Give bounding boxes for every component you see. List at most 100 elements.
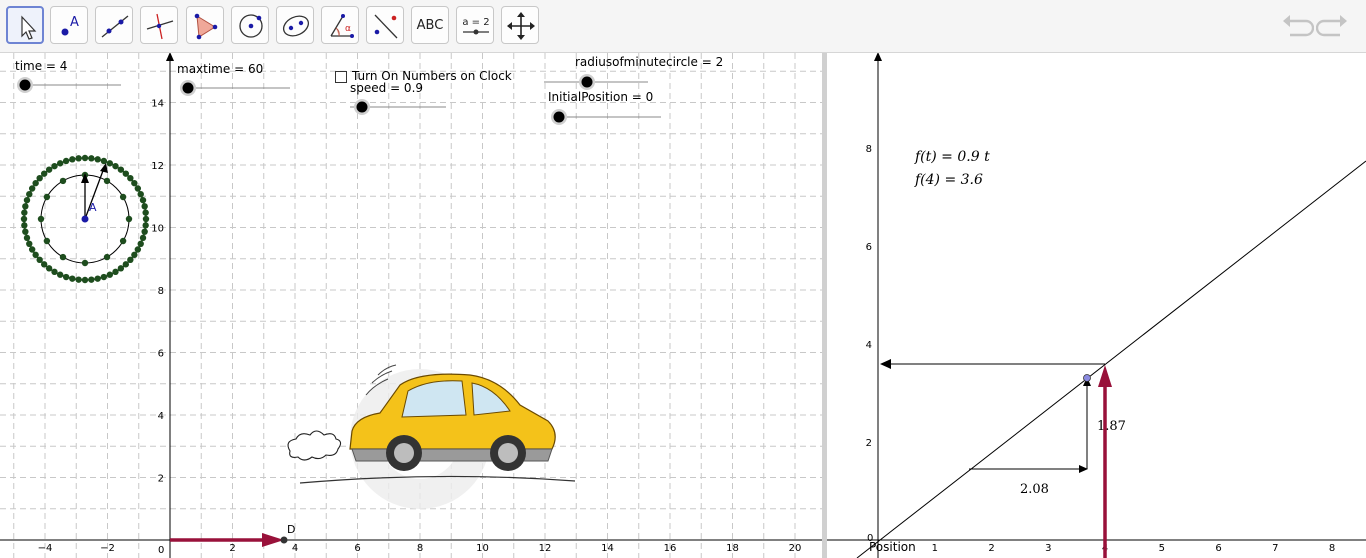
move-tool-button[interactable]: [6, 6, 44, 44]
ellipse-tool-button[interactable]: [276, 6, 314, 44]
hour-dot: [103, 177, 111, 185]
x-tick-label: 7: [1272, 543, 1278, 554]
hour-dot: [37, 215, 45, 223]
minute-dot: [26, 190, 33, 198]
point-icon: A: [61, 15, 79, 36]
initial-position-slider[interactable]: [549, 107, 663, 127]
y-tick-label: 8: [158, 286, 164, 297]
graphics-2-canvas: 12345678 2468 0 Position f(t) = 0.9 t f(…: [827, 53, 1366, 558]
circle-icon: [239, 14, 263, 38]
minute-dot: [45, 265, 53, 272]
polygon-tool-button[interactable]: [186, 6, 224, 44]
x-tick-label: 6: [354, 543, 360, 554]
minute-dot: [94, 275, 101, 282]
minute-dot: [142, 215, 150, 223]
slider-icon: a = 2: [462, 17, 490, 35]
minute-dot: [112, 268, 119, 276]
origin-label: 0: [158, 545, 164, 556]
y-tick-label: 2: [158, 474, 164, 485]
x-tick-label: 14: [601, 543, 614, 554]
minute-dot: [122, 170, 130, 177]
point-on-graph[interactable]: [1083, 374, 1091, 382]
x-axis-tick-labels: −4 −2 2 4 6 8 10 12 14 16 18 20: [38, 543, 802, 554]
hour-dot: [119, 193, 127, 201]
minute-dot: [22, 203, 29, 210]
minute-dot: [21, 209, 28, 216]
move-graphics-view-tool-button[interactable]: [501, 6, 539, 44]
ellipse-icon: [282, 15, 310, 37]
minute-dot: [122, 261, 130, 268]
y-axis-tick-labels: 2 4 6 8 10 12 14: [151, 99, 164, 485]
y-tick-label: 6: [158, 349, 164, 360]
minute-dot: [112, 162, 119, 170]
minute-dot: [36, 174, 43, 182]
minute-dot: [69, 156, 76, 163]
minute-dot: [100, 273, 108, 281]
time-slider[interactable]: [15, 75, 125, 95]
minute-dot: [56, 160, 64, 167]
x-tick-label: 8: [1329, 543, 1335, 554]
function-f-graph[interactable]: [856, 160, 1366, 558]
time-slider-label: time = 4: [15, 59, 68, 73]
minute-dot: [45, 166, 53, 173]
minute-dot: [94, 156, 101, 163]
graphics-view-2[interactable]: 12345678 2468 0 Position f(t) = 0.9 t f(…: [827, 53, 1366, 558]
line-icon: [101, 15, 129, 38]
hour-dot: [119, 237, 127, 245]
minute-dot: [127, 174, 134, 182]
graphics-view-1[interactable]: −4 −2 2 4 6 8 10 12 14 16 18 20 2 4 6 8 10 12 14 0 A: [0, 53, 822, 558]
angle-tool-button[interactable]: α: [321, 6, 359, 44]
minute-dot: [21, 222, 28, 229]
y-tick-label: 2: [866, 438, 872, 449]
reflect-tool-button[interactable]: [366, 6, 404, 44]
reflect-icon: [374, 14, 398, 39]
maxtime-slider[interactable]: [178, 78, 292, 98]
redo-button[interactable]: [1315, 12, 1350, 40]
minute-dot: [81, 276, 89, 284]
x-tick-label: 5: [1159, 543, 1165, 554]
circle-tool-button[interactable]: [231, 6, 269, 44]
minute-dot: [36, 256, 43, 264]
toolbar: A α ABC a = 2: [0, 0, 1366, 53]
minute-dot: [51, 162, 58, 170]
minute-dot: [40, 261, 48, 268]
y-tick-label: 6: [866, 242, 872, 253]
numbers-on-clock-checkbox[interactable]: [335, 71, 347, 83]
svg-text:α: α: [345, 24, 351, 34]
minute-dot: [56, 271, 64, 278]
hour-dot: [103, 253, 111, 261]
speed-slider[interactable]: [350, 97, 448, 117]
radius-slider[interactable]: [544, 72, 650, 92]
x-tick-label: 12: [539, 543, 552, 554]
undo-icon: [1283, 15, 1315, 37]
polygon-icon: [194, 13, 218, 40]
minute-dot: [26, 240, 33, 248]
minute-dot: [142, 209, 149, 216]
slider-tool-button[interactable]: a = 2: [456, 6, 494, 44]
y-tick-label: 14: [151, 99, 164, 110]
perpendicular-line-tool-button[interactable]: [140, 6, 178, 44]
y-tick-label: 10: [151, 224, 164, 235]
undo-button[interactable]: [1280, 12, 1315, 40]
minute-dot: [81, 154, 89, 162]
point-D-label: D: [287, 523, 295, 536]
point-D[interactable]: [280, 536, 288, 544]
formula-f-of-4: f(4) = 3.6: [914, 172, 983, 188]
text-tool-button[interactable]: ABC: [411, 6, 449, 44]
hour-dot: [125, 215, 133, 223]
point-A[interactable]: [81, 215, 89, 223]
text-tool-label: ABC: [416, 17, 444, 33]
x-tick-label: −4: [38, 543, 53, 554]
clock: A: [20, 154, 150, 284]
minute-dot: [137, 240, 144, 248]
point-tool-button[interactable]: A: [50, 6, 88, 44]
minute-dot: [134, 246, 142, 253]
x-tick-label: 18: [726, 543, 739, 554]
hour-dot: [81, 259, 89, 267]
minute-dot: [22, 228, 29, 235]
x-axis-tick-labels: 12345678: [932, 543, 1336, 554]
y-tick-label: 4: [158, 411, 164, 422]
svg-text:a = 2: a = 2: [462, 17, 489, 28]
line-tool-button[interactable]: [95, 6, 133, 44]
minute-dot: [142, 222, 149, 229]
